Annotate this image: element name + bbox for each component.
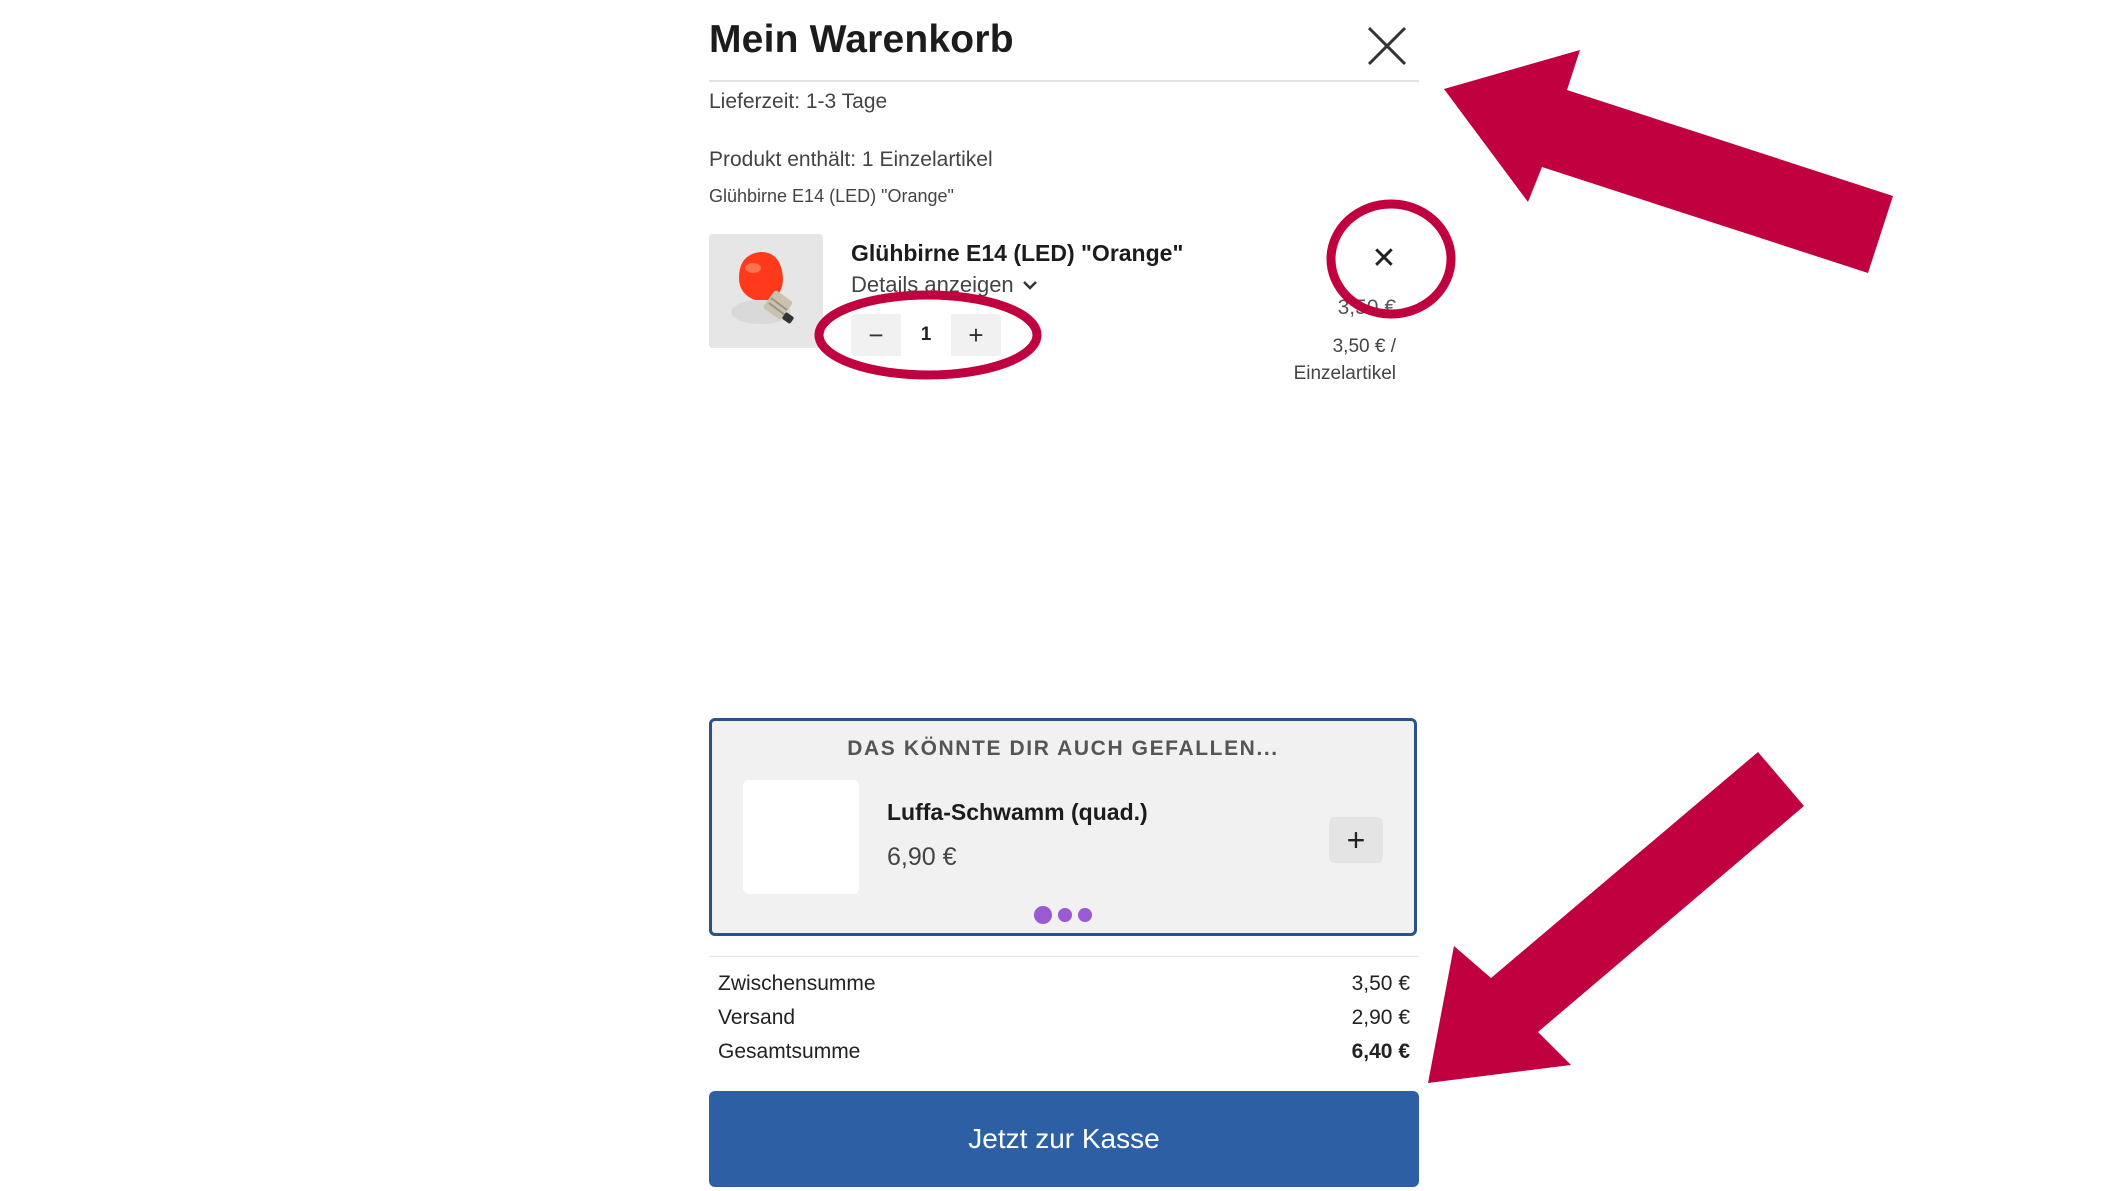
remove-icon: ✕	[1371, 241, 1397, 275]
header-divider	[709, 80, 1419, 82]
checkout-button[interactable]: Jetzt zur Kasse	[709, 1091, 1419, 1187]
recommendation-title: DAS KÖNNTE DIR AUCH GEFALLEN...	[847, 737, 1279, 760]
carousel-dot[interactable]	[1078, 908, 1092, 922]
total-label: Gesamtsumme	[718, 1040, 861, 1063]
bundle-contents-item: Glühbirne E14 (LED) "Orange"	[709, 186, 954, 206]
arrow-annotation	[1444, 50, 1893, 273]
remove-item-button[interactable]: ✕	[1364, 238, 1404, 278]
details-toggle[interactable]: Details anzeigen	[851, 272, 1038, 298]
shipping-label: Versand	[718, 1006, 796, 1029]
cart-title: Mein Warenkorb	[709, 18, 1014, 61]
shipping-row: Versand 2,90 €	[718, 1006, 1410, 1030]
arrow-annotation	[1428, 752, 1804, 1083]
item-price: 3,50 €	[1337, 296, 1396, 319]
recommendation-price: 6,90 €	[887, 843, 957, 871]
add-recommendation-button[interactable]: +	[1329, 817, 1383, 863]
close-cart-button[interactable]	[1363, 22, 1411, 70]
decrease-quantity-button[interactable]: −	[851, 314, 901, 356]
delivery-time: Lieferzeit: 1-3 Tage	[709, 90, 888, 113]
recommendation-name[interactable]: Luffa-Schwamm (quad.)	[887, 799, 1148, 826]
subtotal-value: 3,50 €	[1351, 972, 1410, 995]
carousel-dot[interactable]	[1058, 908, 1072, 922]
bulb-image	[709, 234, 823, 348]
product-name[interactable]: Glühbirne E14 (LED) "Orange"	[851, 240, 1183, 267]
quantity-value[interactable]: 1	[901, 314, 951, 356]
details-label: Details anzeigen	[851, 272, 1014, 297]
increase-quantity-button[interactable]: +	[951, 314, 1001, 356]
close-icon	[1367, 26, 1407, 66]
plus-icon: +	[1346, 821, 1366, 858]
subtotal-label: Zwischensumme	[718, 972, 876, 995]
total-row: Gesamtsumme 6,40 €	[718, 1040, 1410, 1064]
chevron-down-icon	[1022, 281, 1037, 290]
unit-price-unit: Einzelartikel	[1293, 363, 1396, 384]
carousel-dot[interactable]	[1034, 906, 1052, 924]
unit-price-value: 3,50 € /	[1332, 336, 1396, 357]
carousel-pagination	[712, 906, 1414, 924]
subtotal-row: Zwischensumme 3,50 €	[718, 972, 1410, 996]
recommendation-carousel: DAS KÖNNTE DIR AUCH GEFALLEN... Luffa-Sc…	[709, 718, 1417, 936]
bundle-contents-label: Produkt enthält: 1 Einzelartikel	[709, 148, 993, 171]
shipping-value: 2,90 €	[1351, 1006, 1410, 1029]
unit-price: 3,50 € / Einzelartikel	[1240, 333, 1396, 387]
summary-divider	[709, 956, 1419, 957]
total-value: 6,40 €	[1351, 1040, 1410, 1063]
recommendation-thumbnail[interactable]	[743, 780, 859, 894]
quantity-stepper: − 1 +	[851, 314, 1001, 356]
product-thumbnail[interactable]	[709, 234, 823, 348]
